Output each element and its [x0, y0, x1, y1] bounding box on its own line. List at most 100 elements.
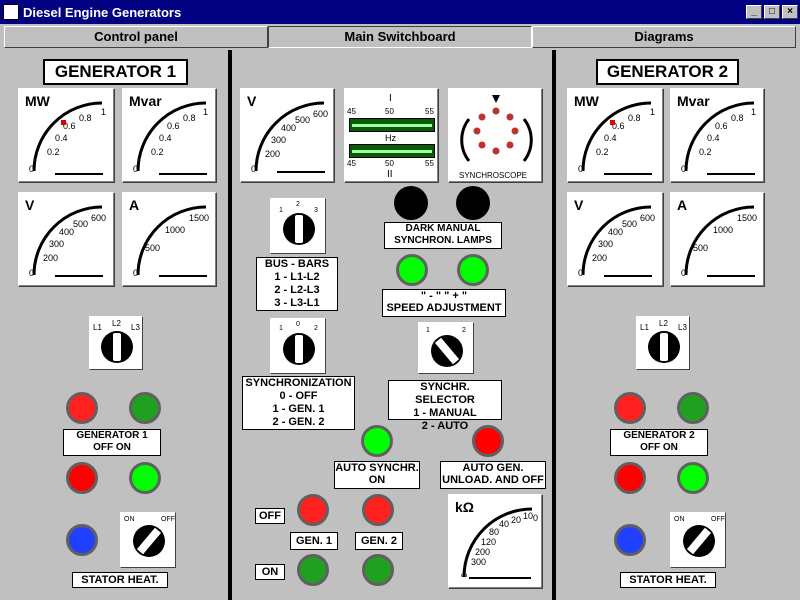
tab-diagrams[interactable]: Diagrams: [532, 26, 796, 48]
gen1-phase-selector[interactable]: L1 L2 L3: [89, 316, 143, 370]
speed-minus-button[interactable]: [396, 254, 428, 286]
freq-bar-top: [349, 118, 435, 132]
meter-needle: [707, 275, 755, 277]
minimize-button[interactable]: _: [746, 5, 762, 19]
gen2-breaker-off-button[interactable]: [362, 494, 394, 526]
tick-label: 300: [271, 135, 287, 145]
gen1-a-meter: A 0 500 1000 1500: [122, 192, 217, 287]
maximize-button[interactable]: □: [764, 5, 780, 19]
divider-right: [552, 50, 556, 600]
tick-label: 400: [608, 227, 624, 237]
gen1-breaker-on-button[interactable]: [297, 554, 329, 586]
synchr-selector-label: SYNCHR. SELECTOR 1 - MANUAL 2 - AUTO: [388, 380, 502, 432]
gen1-v-meter: V 0 200 300 400 500 600: [18, 192, 115, 287]
gen1-off-button[interactable]: [66, 462, 98, 494]
tick-label: 1: [751, 107, 757, 117]
gen2-off-button[interactable]: [614, 462, 646, 494]
gen1-breaker-off-button[interactable]: [297, 494, 329, 526]
tab-control-panel[interactable]: Control panel: [4, 26, 268, 48]
synchroscope-label: SYNCHROSCOPE: [459, 171, 528, 180]
tick-label: 1500: [189, 213, 210, 223]
speed-plus-button[interactable]: [457, 254, 489, 286]
tab-bar: Control panel Main Switchboard Diagrams: [4, 26, 796, 48]
dark-sync-lamp-1: [394, 186, 428, 220]
meter-indicator: [610, 120, 615, 125]
tab-main-switchboard[interactable]: Main Switchboard: [268, 26, 532, 48]
tick-label: 500: [622, 219, 638, 229]
title-bar: Diesel Engine Generators _ □ ×: [0, 0, 800, 24]
freq-label-bottom: II: [387, 169, 393, 180]
tick-label: 40: [499, 519, 510, 529]
gen2-mvar-meter: Mvar 0 0.2 0.4 0.6 0.8 1: [670, 88, 765, 183]
tick-label: 0: [133, 268, 139, 278]
gen2-phase-selector[interactable]: L1 L2 L3: [636, 316, 690, 370]
tick-label: 0.4: [159, 133, 172, 143]
selector-label: 1: [279, 207, 283, 214]
tick-label: 0.8: [79, 113, 92, 123]
auto-synchr-button[interactable]: [361, 425, 393, 457]
selector-label: L1: [93, 323, 102, 332]
frequency-meter: I 45 50 55 Hz 45 50 55 II: [344, 88, 439, 183]
tick-label: 20: [511, 515, 522, 525]
gen1-mvar-meter: Mvar 0 0.2 0.4 0.6 0.8 1: [122, 88, 217, 183]
synchroscope: SYNCHROSCOPE: [448, 88, 543, 183]
tick-label: 0.8: [628, 113, 641, 123]
app-icon: [3, 4, 19, 20]
gen1-mw-meter: MW 0 0.2 0.4 0.6 0.8 1: [18, 88, 115, 183]
tick-label: 0.4: [55, 133, 68, 143]
auto-synchr-label: AUTO SYNCHR. ON: [334, 461, 420, 489]
tick-label: 200: [592, 253, 608, 263]
scale-tick: 45: [347, 159, 356, 168]
tick-label: 0.4: [604, 133, 617, 143]
auto-gen-unload-label: AUTO GEN. UNLOAD. AND OFF: [440, 461, 546, 489]
switch-label: OFF: [711, 516, 725, 523]
tick-label: 200: [475, 547, 491, 557]
tick-label: 10: [523, 511, 534, 521]
selector-label: 0: [296, 321, 300, 328]
meter-needle: [55, 173, 103, 175]
tick-label: 0: [133, 164, 139, 174]
tick-label: 300: [471, 557, 487, 567]
gen2-on-button[interactable]: [677, 462, 709, 494]
gen1-breaker-label: GEN. 1: [290, 532, 338, 550]
synchr-selector-knob[interactable]: 1 2: [418, 322, 474, 374]
tick-label: ∞: [461, 570, 468, 580]
knob-pointer: [113, 333, 121, 361]
tick-label: 0.6: [715, 121, 728, 131]
selector-label: 2: [314, 325, 318, 332]
breaker-on-label: ON: [255, 564, 285, 580]
tick-label: 1: [101, 107, 107, 117]
selector-label: L3: [678, 323, 687, 332]
dark-lamps-label: DARK MANUAL SYNCHRON. LAMPS: [384, 222, 502, 249]
gen2-stator-heat-label: STATOR HEAT.: [620, 572, 716, 588]
tick-label: 400: [281, 123, 297, 133]
tick-label: 500: [73, 219, 89, 229]
gen1-stator-heat-switch[interactable]: ON OFF: [120, 512, 176, 568]
selector-label: 2: [296, 201, 300, 208]
meter-needle: [159, 173, 207, 175]
close-button[interactable]: ×: [782, 5, 798, 19]
speed-adjustment-label: " - " " + " SPEED ADJUSTMENT: [382, 289, 506, 317]
auto-gen-unload-button[interactable]: [472, 425, 504, 457]
tick-label: 0: [578, 164, 584, 174]
gen2-stator-heat-lamp: [614, 524, 646, 556]
tick-label: 600: [91, 213, 107, 223]
tick-label: 0.8: [731, 113, 744, 123]
freq-bar-bottom: [349, 144, 435, 158]
freq-label-top: I: [389, 93, 392, 104]
synchronization-label: SYNCHRONIZATION 0 - OFF 1 - GEN. 1 2 - G…: [242, 376, 355, 430]
gen1-on-button[interactable]: [129, 462, 161, 494]
scale-tick: 55: [425, 159, 434, 168]
gen1-off-indicator-lamp: [66, 392, 98, 424]
gen2-stator-heat-switch[interactable]: ON OFF: [670, 512, 726, 568]
gen2-breaker-on-button[interactable]: [362, 554, 394, 586]
meter-needle: [469, 577, 531, 579]
tick-label: 0: [681, 268, 687, 278]
meter-needle: [277, 171, 325, 173]
tick-label: 80: [489, 527, 500, 537]
tick-label: 0.2: [699, 147, 712, 157]
bus-bars-selector[interactable]: 1 2 3: [270, 198, 326, 254]
gen2-breaker-label: GEN. 2: [355, 532, 403, 550]
synchronization-selector[interactable]: 1 0 2: [270, 318, 326, 374]
knob-pointer: [660, 333, 668, 361]
